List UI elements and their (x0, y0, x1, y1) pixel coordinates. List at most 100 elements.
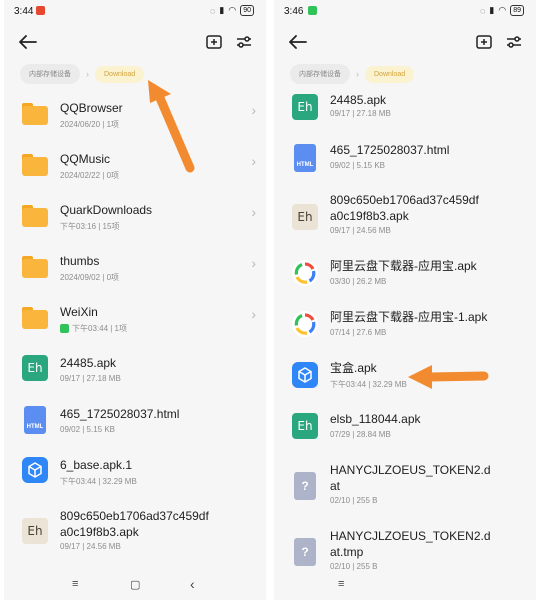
back-button[interactable] (286, 30, 310, 54)
list-item-folder[interactable]: QQBrowser 2024/06/20 | 1项 › (4, 88, 266, 138)
wechat-icon (60, 324, 69, 333)
html-file-icon: HTML (24, 406, 46, 434)
item-meta: 03/30 | 26.2 MB (330, 277, 387, 286)
item-meta: 09/02 | 5.15 KB (60, 425, 116, 434)
mute-icon: ◌ (210, 5, 216, 16)
list-item-file[interactable]: Eh 809c650eb1706ad37c459df a0c19f8b3.apk… (274, 186, 536, 248)
item-name-line1: HANYCJLZOEUS_TOKEN2.d (330, 529, 491, 543)
item-name: 24485.apk (60, 356, 117, 370)
wifi-icon: ◠ (228, 5, 237, 15)
list-item-file[interactable]: Eh elsb_118044.apk 07/29 | 28.84 MB (274, 403, 536, 453)
list-item-file[interactable]: ? HANYCJLZOEUS_TOKEN2.d at.tmp 02/10 | 2… (274, 518, 536, 580)
new-folder-button[interactable] (472, 30, 496, 54)
item-meta: 07/29 | 28.84 MB (330, 430, 391, 439)
list-item-file[interactable]: HTML 465_1725028037.html 09/02 | 5.15 KB (4, 394, 266, 444)
item-meta: 02/10 | 255 B (330, 496, 378, 505)
nav-menu-button[interactable]: ≡ (338, 578, 344, 590)
breadcrumb-current[interactable]: Download (95, 65, 145, 83)
sliders-icon (507, 36, 521, 48)
folder-icon (22, 307, 48, 333)
back-button[interactable] (16, 30, 40, 54)
unknown-file-icon: ? (294, 472, 316, 500)
nav-back-button[interactable]: ‹ (190, 576, 195, 592)
folder-icon (22, 205, 48, 231)
chevron-right-icon: › (251, 153, 256, 169)
item-meta: 2024/02/22 | 0项 (60, 171, 120, 180)
list-item-folder[interactable]: thumbs 2024/09/02 | 0项 › (4, 241, 266, 291)
item-name: elsb_118044.apk (330, 412, 421, 426)
status-time: 3:44 (14, 6, 34, 17)
aliyun-drive-icon (292, 311, 318, 337)
unknown-file-icon: ? (294, 538, 316, 566)
list-item-file[interactable]: Eh 24485.apk 09/17 | 27.18 MB (4, 343, 266, 393)
breadcrumb-current[interactable]: Download (365, 65, 415, 83)
item-name: 465_1725028037.html (60, 407, 180, 421)
list-item-file[interactable]: 阿里云盘下载器-应用宝.apk 03/30 | 26.2 MB (274, 250, 536, 300)
list-item-file[interactable]: HTML 465_1725028037.html 09/02 | 5.15 KB (274, 134, 536, 184)
breadcrumb-separator: › (86, 69, 89, 79)
list-item-file[interactable]: 6_base.apk.1 下午03:44 | 32.29 MB (4, 445, 266, 495)
item-name: WeiXin (60, 305, 98, 319)
list-item-file[interactable]: Eh 24485.apk 09/17 | 27.18 MB (274, 88, 536, 132)
left-screenshot: 3:44 ◌ ▮ ◠ 90 内部存储设备 › Download QQBrowse… (4, 0, 266, 600)
item-name: thumbs (60, 254, 100, 268)
item-name-line1: 809c650eb1706ad37c459df (60, 509, 209, 523)
list-item-file[interactable]: Eh 809c650eb1706ad37c459df a0c19f8b3.apk… (4, 496, 266, 560)
chevron-right-icon: › (251, 255, 256, 271)
signal-icon: ▮ (219, 5, 225, 15)
item-meta: 07/14 | 27.6 MB (330, 328, 387, 337)
breadcrumb-root[interactable]: 内部存储设备 (290, 64, 350, 84)
filter-button[interactable] (502, 30, 526, 54)
nav-menu-button[interactable]: ≡ (72, 578, 78, 590)
item-meta: 下午03:44 | 32.29 MB (330, 380, 407, 389)
item-meta: 09/17 | 27.18 MB (60, 374, 121, 383)
item-name: 465_1725028037.html (330, 143, 450, 157)
list-item-folder[interactable]: WeiXin 下午03:44 | 1项 › (4, 292, 266, 342)
list-item-file[interactable]: 宝盒.apk 下午03:44 | 32.29 MB (274, 352, 536, 402)
arrow-left-icon (289, 35, 307, 49)
new-folder-button[interactable] (202, 30, 226, 54)
apk-eh-icon: Eh (22, 355, 48, 381)
item-meta: 下午03:44 | 1项 (60, 323, 127, 334)
item-meta: 下午03:44 | 32.29 MB (60, 477, 137, 486)
status-icons: ◌ ▮ ◠ 89 (480, 5, 524, 16)
status-bar: 3:46 ◌ ▮ ◠ 89 (274, 0, 536, 22)
toolbar (4, 30, 266, 56)
breadcrumb-separator: › (356, 69, 359, 79)
chevron-right-icon: › (251, 102, 256, 118)
item-meta: 2024/09/02 | 0项 (60, 273, 120, 282)
item-meta: 02/10 | 255 B (330, 562, 378, 571)
plus-square-icon (206, 35, 222, 49)
plus-square-icon (476, 35, 492, 49)
item-meta: 09/17 | 27.18 MB (330, 109, 391, 118)
list-item-folder[interactable]: QuarkDownloads 下午03:16 | 15项 › (4, 190, 266, 240)
notification-app-icon (36, 6, 45, 15)
box-app-icon (292, 362, 318, 388)
aliyun-drive-icon (292, 260, 318, 286)
right-screenshot: 3:46 ◌ ▮ ◠ 89 内部存储设备 › Download Eh 24485… (274, 0, 536, 600)
list-item-file[interactable]: ? HANYCJLZOEUS_TOKEN2.d at 02/10 | 255 B (274, 454, 536, 516)
item-name-line2: at.tmp (330, 545, 364, 559)
chevron-right-icon: › (251, 204, 256, 220)
arrow-left-icon (19, 35, 37, 49)
system-navigation-bar: ≡ ▢ ‹ (4, 572, 266, 600)
list-item-folder[interactable]: QQMusic 2024/02/22 | 0项 › (4, 139, 266, 189)
item-name-line2: at (330, 479, 341, 493)
folder-icon (22, 154, 48, 180)
mute-icon: ◌ (480, 5, 486, 16)
item-name: QuarkDownloads (60, 203, 153, 217)
sliders-icon (237, 36, 251, 48)
list-item-file[interactable]: 阿里云盘下载器-应用宝-1.apk 07/14 | 27.6 MB (274, 301, 536, 351)
breadcrumb-root[interactable]: 内部存储设备 (20, 64, 80, 84)
item-name: 阿里云盘下载器-应用宝.apk (330, 259, 477, 273)
status-bar: 3:44 ◌ ▮ ◠ 90 (4, 0, 266, 22)
status-icons: ◌ ▮ ◠ 90 (210, 5, 254, 16)
battery-icon: 90 (240, 5, 254, 16)
filter-button[interactable] (232, 30, 256, 54)
folder-icon (22, 103, 48, 129)
item-meta: 09/02 | 5.15 KB (330, 161, 386, 170)
battery-icon: 89 (510, 5, 524, 16)
toolbar (274, 30, 536, 56)
nav-home-button[interactable]: ▢ (130, 578, 140, 591)
item-name-line1: 809c650eb1706ad37c459df (330, 193, 479, 207)
